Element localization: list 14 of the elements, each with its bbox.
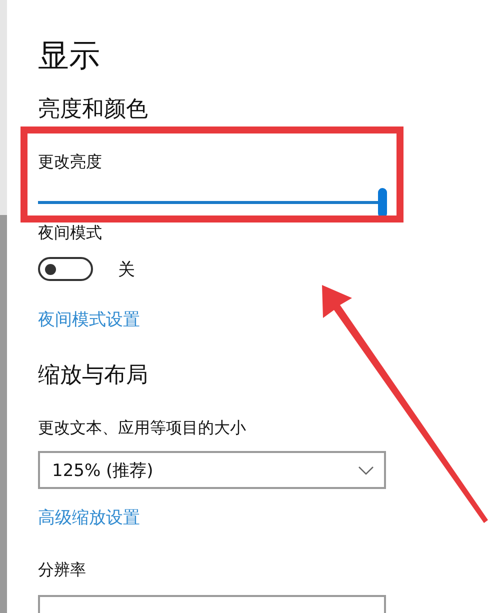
toggle-switch[interactable]: [38, 257, 93, 281]
section-heading: 缩放与布局: [38, 362, 149, 390]
settings-link[interactable]: 高级缩放设置: [38, 508, 140, 528]
toggle-state: 关: [118, 258, 135, 280]
section-heading: 亮度和颜色: [38, 96, 149, 124]
setting-label: 夜间模式: [38, 222, 103, 244]
dropdown[interactable]: 125% (推荐): [38, 451, 386, 489]
setting-label: 分辨率: [38, 559, 87, 581]
page-title: 显示: [38, 37, 101, 76]
slider-thumb[interactable]: [378, 188, 387, 218]
setting-label: 更改亮度: [38, 151, 103, 173]
chevron-down-icon: [358, 466, 374, 474]
settings-link[interactable]: 夜间模式设置: [38, 310, 140, 330]
setting-label: 更改文本、应用等项目的大小: [38, 417, 247, 439]
